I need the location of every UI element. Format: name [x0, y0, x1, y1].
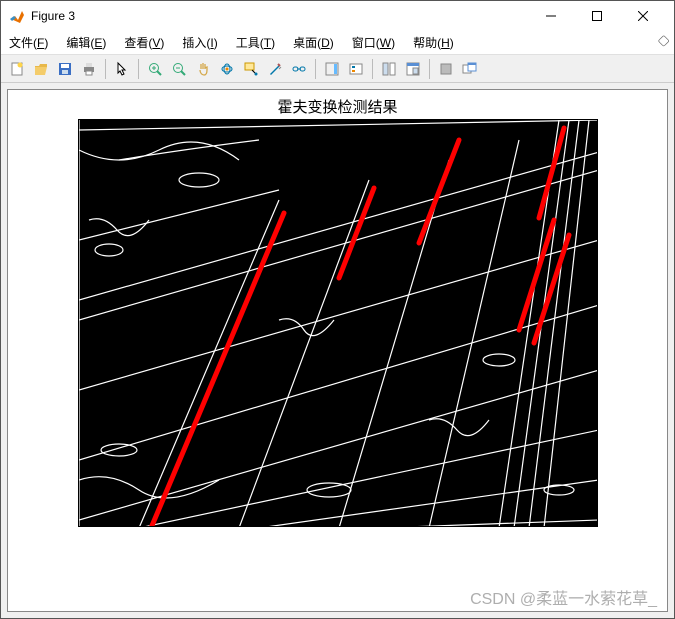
data-cursor-icon[interactable] — [239, 57, 263, 81]
plot-image — [78, 119, 598, 527]
brush-icon[interactable] — [263, 57, 287, 81]
matlab-logo-icon — [9, 8, 25, 24]
save-icon[interactable] — [53, 57, 77, 81]
new-figure-icon[interactable] — [5, 57, 29, 81]
print-icon[interactable] — [77, 57, 101, 81]
menu-edit[interactable]: 编辑(E) — [64, 32, 108, 53]
dock-icon[interactable] — [401, 57, 425, 81]
window-title: Figure 3 — [31, 9, 528, 23]
menu-tools[interactable]: 工具(T) — [234, 32, 277, 53]
window-titlebar: Figure 3 — [1, 1, 674, 31]
close-button[interactable] — [620, 1, 666, 31]
pan-icon[interactable] — [191, 57, 215, 81]
menu-view[interactable]: 查看(V) — [122, 32, 166, 53]
zoom-in-icon[interactable] — [143, 57, 167, 81]
zoom-out-icon[interactable] — [167, 57, 191, 81]
pointer-icon[interactable] — [110, 57, 134, 81]
undock-icon[interactable] — [458, 57, 482, 81]
menu-window[interactable]: 窗口(W) — [350, 32, 397, 53]
plot-title: 霍夫变换检测结果 — [277, 96, 397, 117]
menu-insert[interactable]: 插入(I) — [180, 32, 219, 53]
rotate-icon[interactable] — [215, 57, 239, 81]
grid-icon[interactable] — [434, 57, 458, 81]
toolbar — [1, 55, 674, 83]
csdn-watermark: CSDN @柔蓝一水萦花草_ — [470, 585, 657, 609]
menu-file[interactable]: 文件(F) — [7, 32, 50, 53]
link-icon[interactable] — [287, 57, 311, 81]
colorbar-icon[interactable] — [320, 57, 344, 81]
axes-container: 霍夫变换检测结果 — [7, 89, 668, 612]
minimize-button[interactable] — [528, 1, 574, 31]
menu-desktop[interactable]: 桌面(D) — [291, 32, 336, 53]
menubar: 文件(F) 编辑(E) 查看(V) 插入(I) 工具(T) 桌面(D) 窗口(W… — [1, 31, 674, 55]
menu-help[interactable]: 帮助(H) — [411, 32, 456, 53]
open-icon[interactable] — [29, 57, 53, 81]
hide-tools-icon[interactable] — [377, 57, 401, 81]
legend-icon[interactable] — [344, 57, 368, 81]
maximize-button[interactable] — [574, 1, 620, 31]
figure-content: 霍夫变换检测结果 — [1, 83, 674, 618]
